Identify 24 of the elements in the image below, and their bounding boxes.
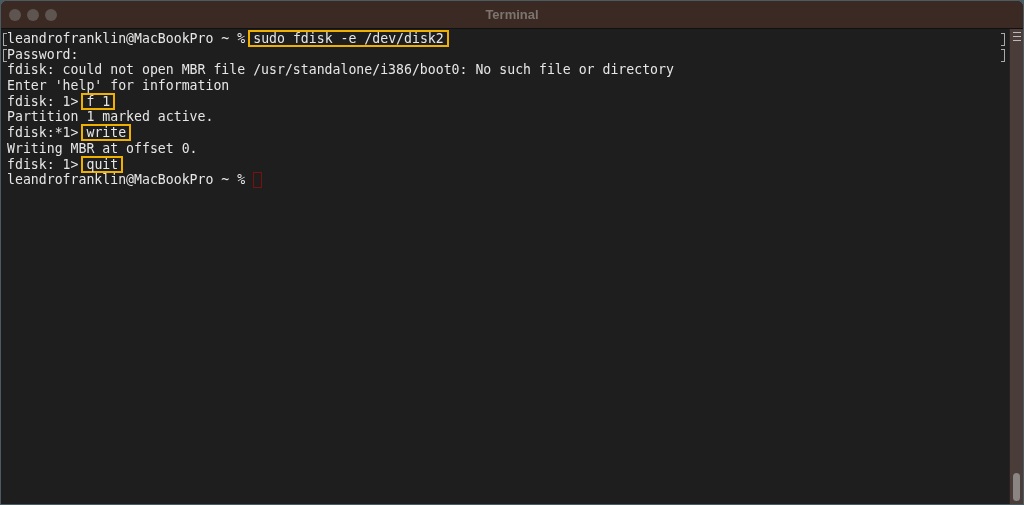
command-text: quit: [81, 155, 124, 173]
command-text: sudo fdisk -e /dev/disk2: [248, 30, 449, 48]
menu-icon[interactable]: [1012, 32, 1021, 41]
output-text: Enter 'help' for information: [7, 78, 230, 94]
window-title: Terminal: [485, 7, 539, 22]
prompt-text: fdisk: 1>: [7, 93, 79, 110]
scroll-bar[interactable]: [1009, 29, 1023, 504]
prompt-text: fdisk: 1>: [7, 156, 79, 173]
output-text: fdisk: could not open MBR file /usr/standalone/i386/boot0: No such file or directory: [7, 62, 674, 79]
prompt-text: leandrofranklin@MacBookPro ~ %: [7, 172, 246, 188]
command-text: f 1: [81, 93, 116, 111]
output-text: Partition 1 marked active.: [7, 109, 214, 126]
zoom-button[interactable]: [45, 8, 57, 21]
command-text: write: [81, 124, 132, 142]
prompt-text: leandrofranklin@MacBookPro ~ %: [7, 31, 246, 47]
prompt-text: fdisk:*1>: [7, 125, 79, 141]
mark-bracket-icon: [1001, 33, 1005, 46]
output-text: Password:: [7, 46, 79, 63]
mark-bracket-icon: [1001, 48, 1005, 62]
scroll-thumb[interactable]: [1013, 473, 1020, 501]
text-cursor: [253, 172, 263, 189]
output-text: Writing MBR at offset 0.: [7, 140, 198, 157]
close-button[interactable]: [9, 8, 21, 21]
minimize-button[interactable]: [27, 8, 39, 21]
